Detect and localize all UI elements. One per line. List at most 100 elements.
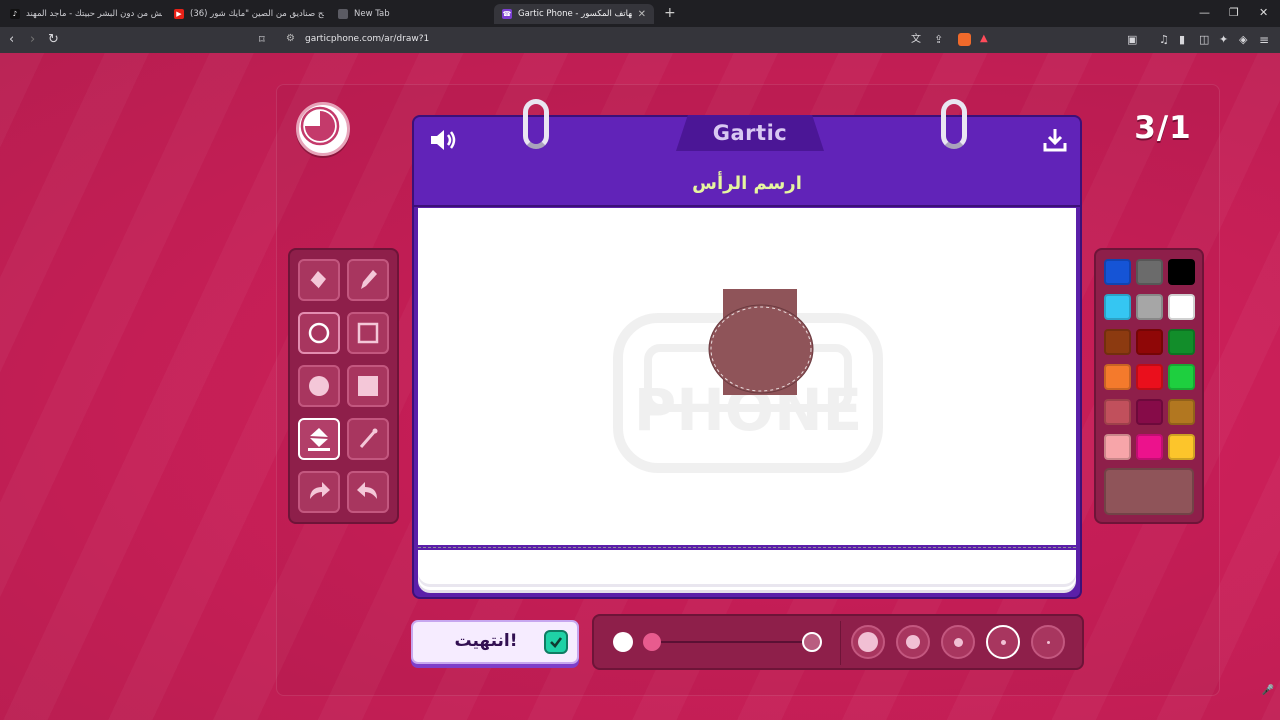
sidebar-icon[interactable]: ▣: [1127, 32, 1137, 48]
brush-size-dot: [858, 632, 878, 652]
rectangle-fill-icon: [358, 376, 378, 396]
site-info-icon[interactable]: ⚙: [286, 33, 295, 44]
gartic-logo: Gartic: [676, 115, 824, 151]
address-bar[interactable]: garticphone.com/ar/draw?1: [305, 34, 429, 44]
ellipse-fill-tool[interactable]: [298, 365, 340, 407]
ellipse-outline-tool[interactable]: [298, 312, 340, 354]
forward-icon[interactable]: ›: [30, 32, 35, 48]
timer: [296, 102, 350, 156]
close-tab-icon[interactable]: ✕: [638, 9, 646, 20]
browser-tab[interactable]: ♪ ليش من دون البشر حبيتك - ماجد المهند: [10, 4, 162, 24]
drawing-prompt: ارسم الرأس: [692, 173, 802, 194]
opacity-slider-handle[interactable]: [643, 633, 661, 651]
rectangle-outline-tool[interactable]: [347, 312, 389, 354]
color-swatch[interactable]: [1104, 294, 1131, 320]
notebook-ring-right: [941, 99, 967, 149]
brush-size-dot: [1046, 640, 1050, 644]
close-window-icon[interactable]: ✕: [1259, 6, 1268, 19]
browser-tab-title: ليش من دون البشر حبيتك - ماجد المهند: [26, 9, 162, 19]
bookmark-icon[interactable]: ⌑: [259, 32, 265, 48]
translate-icon[interactable]: 文: [911, 32, 921, 48]
color-swatch[interactable]: [1168, 434, 1195, 460]
wallet-icon[interactable]: ◫: [1199, 32, 1209, 48]
color-swatch[interactable]: [1104, 259, 1131, 285]
ellipse-outline-icon: [308, 322, 330, 344]
brush-size-option[interactable]: [941, 625, 975, 659]
color-swatch[interactable]: [1168, 294, 1195, 320]
restore-icon[interactable]: ❐: [1229, 6, 1239, 19]
color-swatch[interactable]: [1168, 259, 1195, 285]
panel-icon[interactable]: ▮: [1179, 32, 1185, 48]
media-icon[interactable]: ♫: [1159, 32, 1169, 48]
notebook-header: Gartic ارسم الرأس: [412, 115, 1082, 207]
brush-size-option[interactable]: [1031, 625, 1065, 659]
browser-tab-bar: ♪ ليش من دون البشر حبيتك - ماجد المهند ▶…: [0, 0, 1280, 27]
color-swatch[interactable]: [1104, 364, 1131, 390]
download-button[interactable]: [1042, 127, 1068, 157]
color-swatch[interactable]: [1136, 364, 1163, 390]
brave-rewards-icon[interactable]: ▲: [980, 33, 993, 46]
size-divider: [840, 621, 841, 665]
color-swatch[interactable]: [1168, 329, 1195, 355]
drawing-canvas[interactable]: PHONE: [418, 208, 1076, 545]
share-icon[interactable]: ⇪: [934, 32, 943, 48]
color-swatch[interactable]: [1104, 329, 1131, 355]
page-perforation: [418, 547, 1076, 548]
browser-tab[interactable]: New Tab: [338, 4, 458, 24]
gartic-icon: ☎: [502, 9, 512, 19]
shield-icon: [338, 9, 348, 19]
done-button[interactable]: انتهيت!: [411, 620, 579, 664]
brush-size-option[interactable]: [986, 625, 1020, 659]
eraser-tool[interactable]: [298, 259, 340, 301]
brush-size-option[interactable]: [896, 625, 930, 659]
new-tab-button[interactable]: +: [664, 5, 676, 21]
minimize-icon[interactable]: —: [1199, 6, 1210, 19]
browser-tab[interactable]: ▶ (36) فتح صناديق من الصين "مايك شور: [174, 4, 324, 24]
color-swatch[interactable]: [1104, 399, 1131, 425]
pencil-tool[interactable]: [347, 259, 389, 301]
back-icon[interactable]: ‹: [9, 32, 14, 48]
done-button-label: انتهيت!: [454, 631, 518, 651]
browser-tab-title: New Tab: [354, 9, 390, 19]
rectangle-fill-tool[interactable]: [347, 365, 389, 407]
redo-tool[interactable]: [347, 471, 389, 513]
brush-size-option[interactable]: [851, 625, 885, 659]
color-swatch[interactable]: [1136, 259, 1163, 285]
eraser-icon: [309, 271, 326, 290]
undo-icon: [310, 482, 330, 499]
menu-icon[interactable]: ≡: [1259, 32, 1269, 48]
browser-tab-title: Gartic Phone - لعبة الهاتف المكسور: [518, 9, 632, 19]
brush-size-dot: [906, 635, 920, 649]
line-tool[interactable]: [347, 418, 389, 460]
check-icon: [544, 630, 568, 654]
brave-shield-icon[interactable]: [958, 33, 971, 46]
line-icon: [359, 428, 378, 448]
opacity-max-knob[interactable]: [802, 632, 822, 652]
vpn-icon[interactable]: ◈: [1239, 32, 1247, 48]
color-swatch[interactable]: [1136, 294, 1163, 320]
pencil-icon: [361, 270, 377, 289]
color-swatch[interactable]: [1168, 364, 1195, 390]
leo-icon[interactable]: ✦: [1219, 32, 1228, 48]
sound-button[interactable]: [429, 127, 459, 157]
reload-icon[interactable]: ↻: [48, 32, 59, 48]
color-swatch[interactable]: [1168, 399, 1195, 425]
notebook-pages: [418, 550, 1076, 584]
opacity-white-knob[interactable]: [613, 632, 633, 652]
color-swatch[interactable]: [1136, 399, 1163, 425]
fill-bucket-tool[interactable]: [298, 418, 340, 460]
undo-tool[interactable]: [298, 471, 340, 513]
redo-icon: [357, 482, 377, 499]
opacity-slider-track[interactable]: [652, 641, 812, 643]
ellipse-fill-icon: [309, 376, 329, 396]
brush-size-dot: [1000, 639, 1006, 645]
color-swatch[interactable]: [1136, 434, 1163, 460]
color-swatch[interactable]: [1136, 329, 1163, 355]
canvas-drawing: PHONE: [613, 289, 883, 473]
browser-tab-title: (36) فتح صناديق من الصين "مايك شور: [190, 9, 324, 19]
color-swatch[interactable]: [1104, 434, 1131, 460]
download-icon: [1043, 129, 1067, 152]
browser-tab-active[interactable]: ☎ Gartic Phone - لعبة الهاتف المكسور ✕: [494, 4, 654, 24]
notebook-ring-left: [523, 99, 549, 149]
brush-size-dot: [953, 637, 963, 647]
